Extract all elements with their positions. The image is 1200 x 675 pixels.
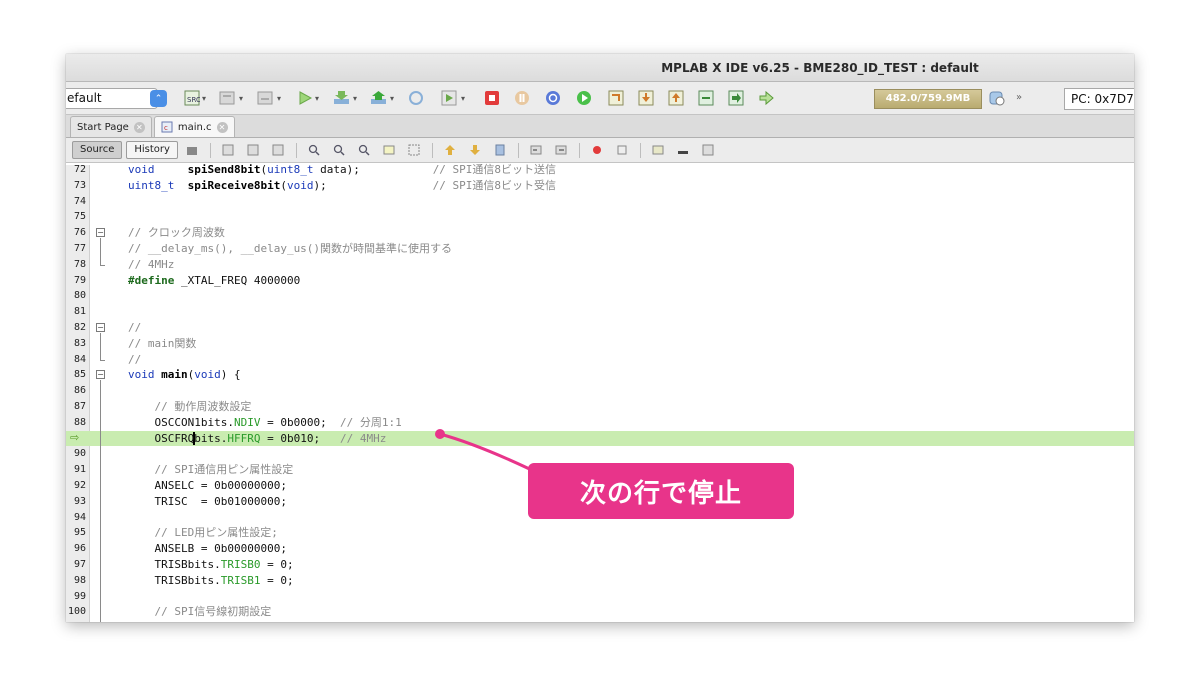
annotation-arrow bbox=[435, 429, 541, 476]
annotation-callout: 次の行で停止 bbox=[528, 463, 794, 519]
